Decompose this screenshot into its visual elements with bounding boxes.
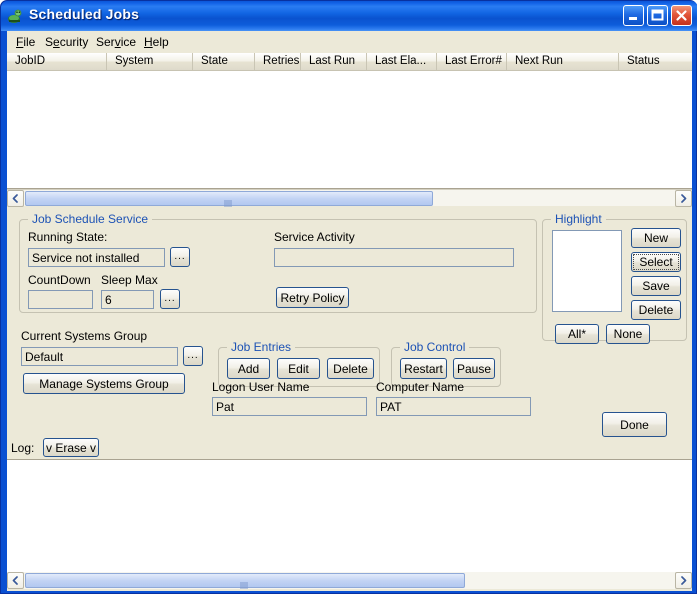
scroll-right-icon[interactable] <box>675 190 692 207</box>
pause-job-button[interactable]: Pause <box>453 358 495 379</box>
highlight-new-button[interactable]: New <box>631 228 681 248</box>
logon-user-name-field[interactable]: Pat <box>212 397 367 416</box>
sleep-max-label: Sleep Max <box>101 273 158 287</box>
highlight-select-button[interactable]: Select <box>631 252 681 272</box>
current-systems-group-label: Current Systems Group <box>21 329 148 343</box>
running-state-field[interactable]: Service not installed <box>28 248 165 267</box>
running-state-browse-button[interactable]: ... <box>170 247 190 267</box>
retry-policy-button[interactable]: Retry Policy <box>276 287 349 308</box>
group-title-job-control: Job Control <box>400 340 470 354</box>
highlight-listbox[interactable] <box>552 230 622 312</box>
hscroll-thumb[interactable] <box>25 191 433 207</box>
highlight-all-button[interactable]: All* <box>555 324 599 344</box>
log-hscrollbar[interactable] <box>7 572 692 589</box>
restart-job-button[interactable]: Restart <box>400 358 447 379</box>
column-header-status[interactable]: Status <box>619 53 692 70</box>
menu-security[interactable]: Security <box>40 34 93 50</box>
current-systems-group-field[interactable]: Default <box>21 347 178 366</box>
current-systems-group-browse-button[interactable]: ... <box>183 346 203 366</box>
column-header-last-ela[interactable]: Last Ela... <box>367 53 437 70</box>
group-title-job-entries: Job Entries <box>227 340 296 354</box>
add-job-button[interactable]: Add <box>227 358 270 379</box>
menu-file[interactable]: File <box>11 34 40 50</box>
delete-job-button[interactable]: Delete <box>327 358 374 379</box>
highlight-delete-button[interactable]: Delete <box>631 300 681 320</box>
column-header-jobid[interactable]: JobID <box>7 53 107 70</box>
job-list-hscrollbar[interactable] <box>7 189 692 207</box>
manage-systems-group-button[interactable]: Manage Systems Group <box>23 373 185 394</box>
logon-user-name-label: Logon User Name <box>212 380 310 394</box>
group-title-highlight: Highlight <box>551 212 606 226</box>
scroll-grip-icon <box>224 196 234 207</box>
controls-panel: Job Schedule Service Running State: Serv… <box>7 207 692 459</box>
job-list-header: JobID System State Retries Last Run Last… <box>7 53 692 71</box>
scroll-left-icon[interactable] <box>7 572 24 589</box>
computer-name-label: Computer Name <box>376 380 465 394</box>
highlight-group: Highlight New Select Save Delete All* No… <box>542 212 687 344</box>
highlight-save-button[interactable]: Save <box>631 276 681 296</box>
column-header-system[interactable]: System <box>107 53 193 70</box>
scroll-grip-icon <box>240 578 250 589</box>
edit-job-button[interactable]: Edit <box>277 358 320 379</box>
column-header-last-run[interactable]: Last Run <box>301 53 367 70</box>
countdown-label: CountDown <box>28 273 91 287</box>
menu-help[interactable]: Help <box>139 34 174 50</box>
computer-name-field[interactable]: PAT <box>376 397 531 416</box>
log-bar: Log: v Erase v <box>7 437 692 459</box>
sleep-max-field[interactable]: 6 <box>101 290 154 309</box>
column-header-next-run[interactable]: Next Run <box>507 53 619 70</box>
job-list-body[interactable] <box>7 71 692 189</box>
highlight-none-button[interactable]: None <box>606 324 650 344</box>
column-header-state[interactable]: State <box>193 53 255 70</box>
service-activity-label: Service Activity <box>274 230 355 244</box>
minimize-button[interactable] <box>623 5 644 26</box>
group-title-service: Job Schedule Service <box>28 212 153 226</box>
sleep-max-browse-button[interactable]: ... <box>160 289 180 309</box>
menu-bar: File Security Service Help <box>7 31 692 51</box>
countdown-field[interactable] <box>28 290 93 309</box>
client-area: File Security Service Help JobID System … <box>7 31 692 591</box>
maximize-button[interactable] <box>647 5 668 26</box>
menu-service[interactable]: Service <box>91 34 141 50</box>
window-title: Scheduled Jobs <box>29 6 140 22</box>
job-schedule-service-group: Job Schedule Service Running State: Serv… <box>19 212 537 313</box>
application-window: Scheduled Jobs File Security Service Hel… <box>0 0 697 594</box>
service-activity-field[interactable] <box>274 248 514 267</box>
title-bar: Scheduled Jobs <box>1 1 697 31</box>
log-erase-button[interactable]: v Erase v <box>43 438 99 457</box>
scroll-right-icon[interactable] <box>675 572 692 589</box>
done-button[interactable]: Done <box>602 412 667 437</box>
scroll-left-icon[interactable] <box>7 190 24 207</box>
log-label: Log: <box>11 441 35 455</box>
column-header-retries[interactable]: Retries <box>255 53 301 70</box>
column-header-last-error[interactable]: Last Error# <box>437 53 507 70</box>
close-button[interactable] <box>671 5 692 26</box>
log-text-area[interactable] <box>7 459 692 572</box>
hscroll-thumb[interactable] <box>25 573 465 589</box>
running-state-label: Running State: <box>28 230 108 244</box>
scheduled-jobs-icon <box>7 7 25 25</box>
